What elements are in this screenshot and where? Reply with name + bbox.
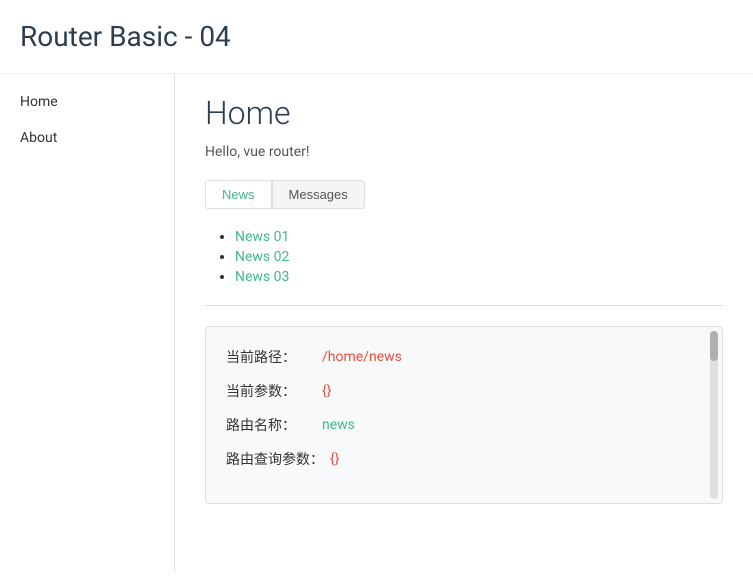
route-name-value: news: [322, 417, 355, 433]
info-row-name: 路由名称： news: [226, 415, 702, 435]
route-name-label: 路由名称：: [226, 415, 316, 435]
tab-news[interactable]: News: [205, 180, 272, 209]
sidebar-item-about[interactable]: About: [0, 120, 174, 156]
tab-messages[interactable]: Messages: [272, 180, 365, 209]
news-link-3[interactable]: News 03: [235, 269, 289, 285]
content-area: Home Hello, vue router! News Messages Ne…: [175, 74, 753, 572]
scrollbar-thumb[interactable]: [710, 331, 718, 361]
info-row-query: 路由查询参数： {}: [226, 449, 702, 469]
list-item: News 01: [235, 229, 723, 245]
news-link-2[interactable]: News 02: [235, 249, 289, 265]
home-subtitle: Hello, vue router!: [205, 144, 723, 160]
tab-bar: News Messages: [205, 180, 723, 209]
list-item: News 02: [235, 249, 723, 265]
home-heading: Home: [205, 94, 723, 132]
sidebar: Home About: [0, 74, 175, 572]
info-row-path: 当前路径： /home/news: [226, 347, 702, 367]
news-link-1[interactable]: News 01: [235, 229, 289, 245]
page-title: Router Basic - 04: [0, 0, 753, 74]
path-value: /home/news: [322, 349, 402, 365]
query-label: 路由查询参数：: [226, 449, 324, 469]
params-label: 当前参数：: [226, 381, 316, 401]
news-list: News 01 News 02 News 03: [205, 229, 723, 285]
params-value: {}: [322, 383, 331, 399]
query-value: {}: [330, 451, 339, 467]
sidebar-item-home[interactable]: Home: [0, 84, 174, 120]
list-item: News 03: [235, 269, 723, 285]
path-label: 当前路径：: [226, 347, 316, 367]
info-row-params: 当前参数： {}: [226, 381, 702, 401]
scrollbar-track: [710, 331, 718, 499]
divider: [205, 305, 723, 306]
info-box: 当前路径： /home/news 当前参数： {} 路由名称： news 路由查…: [205, 326, 723, 504]
